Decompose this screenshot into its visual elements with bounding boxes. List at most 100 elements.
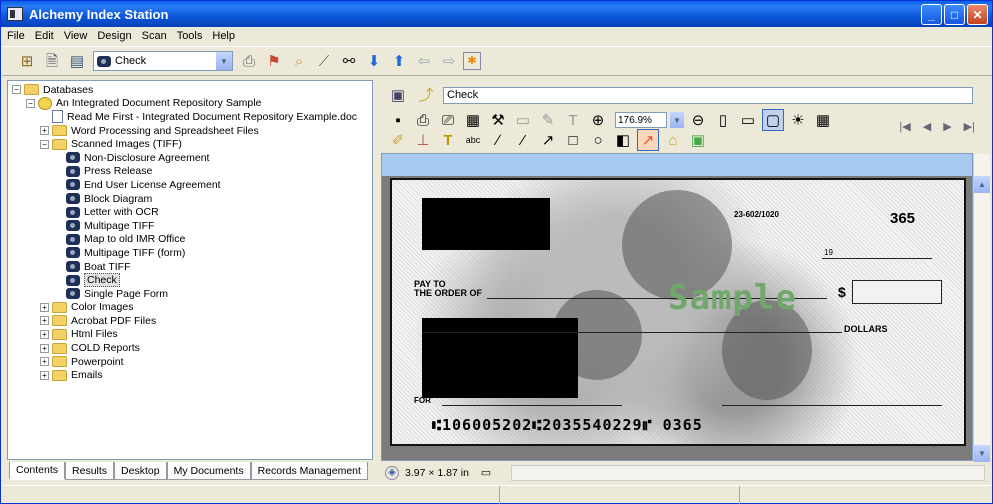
expand-icon[interactable]: + (40, 302, 49, 312)
profile-combo[interactable]: Check ▼ (93, 51, 233, 71)
fax-icon[interactable]: ▦ (462, 109, 484, 131)
zoom-out-icon[interactable]: ⊖ (687, 109, 709, 131)
collapse-icon[interactable]: − (26, 98, 35, 108)
tree-node[interactable]: + Color Images (12, 301, 372, 315)
tree-node[interactable]: Multipage TIFF (12, 219, 372, 233)
doc-info-icon[interactable]: ▣ (387, 84, 409, 106)
pane-splitter[interactable] (373, 80, 379, 480)
text-icon[interactable]: T (562, 109, 584, 131)
scroll-up-icon[interactable]: ▲ (974, 176, 990, 193)
tree-node[interactable]: End User License Agreement (12, 178, 372, 192)
tree-node[interactable]: Read Me First - Integrated Document Repo… (12, 110, 372, 124)
tree-view-icon[interactable]: ⊞ (16, 50, 38, 72)
tree-node[interactable]: Map to old IMR Office (12, 233, 372, 247)
tab-contents[interactable]: Contents (9, 462, 66, 480)
expand-icon[interactable]: + (40, 343, 49, 353)
tree-node[interactable]: Letter with OCR (12, 205, 372, 219)
tools-icon[interactable]: ⚒ (487, 109, 509, 131)
brightness-icon[interactable]: ☀ (787, 109, 809, 131)
print-icon[interactable]: ⎙ (238, 50, 260, 72)
thumbnails-icon[interactable]: ▦ (812, 109, 834, 131)
pen-icon[interactable]: ✎ (537, 109, 559, 131)
menu-tools[interactable]: Tools (177, 30, 203, 42)
tree-node[interactable]: Check (12, 273, 372, 288)
menu-file[interactable]: File (7, 30, 25, 42)
freehand-icon[interactable]: ∕ (487, 129, 509, 151)
prev-page-icon[interactable]: ◀ (923, 120, 931, 133)
tree-node[interactable]: + COLD Reports (12, 341, 372, 355)
minimize-button[interactable]: _ (921, 4, 942, 25)
tree-node[interactable]: Multipage TIFF (form) (12, 246, 372, 260)
image-icon[interactable]: ▣ (687, 129, 709, 151)
tree-node[interactable]: Single Page Form (12, 287, 372, 301)
filled-rect-icon[interactable]: ◧ (612, 129, 634, 151)
print-icon[interactable]: ⎙ (412, 109, 434, 131)
stamp-icon[interactable]: ⚑ (263, 50, 285, 72)
tree-node[interactable]: + Emails (12, 368, 372, 382)
arrow-icon[interactable]: ↗ (537, 129, 559, 151)
expand-icon[interactable]: + (40, 370, 49, 380)
display-icon[interactable]: ▭ (475, 462, 497, 484)
tree-node[interactable]: − Scanned Images (TIFF) (12, 137, 372, 151)
highlighter-icon[interactable]: ✐ (387, 129, 409, 151)
expand-icon[interactable]: + (40, 126, 49, 136)
horizontal-scrollbar[interactable] (510, 465, 985, 481)
fit-page-icon[interactable]: ▭ (737, 109, 759, 131)
zoom-dropdown-icon[interactable]: ▼ (670, 112, 684, 128)
menu-design[interactable]: Design (97, 30, 131, 42)
expand-icon[interactable]: + (40, 357, 49, 367)
text-note-icon[interactable]: T (437, 129, 459, 151)
vertical-scrollbar[interactable]: ▲ ▼ (973, 154, 990, 462)
ocr-icon[interactable]: abc (462, 129, 484, 151)
next-page-icon[interactable]: ▶ (943, 120, 951, 133)
chevron-down-icon[interactable]: ▼ (215, 52, 232, 70)
document-viewer[interactable]: 23-602/1020 365 19 PAY TO THE ORDER OF $… (381, 153, 990, 462)
menu-view[interactable]: View (64, 30, 88, 42)
title-bar[interactable]: Alchemy Index Station _ □ ✕ (1, 1, 992, 27)
last-page-icon[interactable]: ▶| (964, 120, 975, 133)
zoom-in-icon[interactable]: ⊕ (587, 109, 609, 131)
arrow-left-icon[interactable]: ⇦ (413, 50, 435, 72)
search-folder-icon[interactable]: ⌕ (288, 50, 310, 72)
tab-my-documents[interactable]: My Documents (166, 462, 251, 480)
first-page-icon[interactable]: |◀ (899, 120, 910, 133)
scan-icon[interactable]: ⟋ (313, 50, 335, 72)
tab-desktop[interactable]: Desktop (114, 462, 167, 480)
tree-node[interactable]: Press Release (12, 165, 372, 179)
line-icon[interactable]: ⁄ (512, 129, 534, 151)
tree-node[interactable]: − Databases (12, 83, 372, 97)
properties-icon[interactable]: ▤ (66, 50, 88, 72)
tree-node[interactable]: + Acrobat PDF Files (12, 314, 372, 328)
printer-icon[interactable]: ⎚ (437, 109, 459, 131)
arrow-down-icon[interactable]: ⬇ (363, 50, 385, 72)
close-button[interactable]: ✕ (967, 4, 988, 25)
menu-help[interactable]: Help (212, 30, 235, 42)
zoom-level[interactable]: 176.9% (615, 112, 667, 128)
navigator-icon[interactable]: ◈ (385, 466, 399, 480)
tab-results[interactable]: Results (65, 462, 115, 480)
scroll-down-icon[interactable]: ▼ (974, 445, 990, 462)
save-icon[interactable]: ▪ (387, 109, 409, 131)
tree-node[interactable]: + Word Processing and Spreadsheet Files (12, 124, 372, 138)
arrow-up-icon[interactable]: ⬆ (388, 50, 410, 72)
folder-up-icon[interactable]: ⤴ (415, 84, 437, 106)
tree-node[interactable]: + Html Files (12, 328, 372, 342)
options-icon[interactable]: ✱ (463, 52, 481, 70)
menu-scan[interactable]: Scan (142, 30, 167, 42)
binoculars-icon[interactable]: ⚯ (338, 50, 360, 72)
note-icon[interactable]: ▭ (512, 109, 534, 131)
pointer-icon[interactable]: ↗ (637, 129, 659, 151)
rectangle-icon[interactable]: □ (562, 129, 584, 151)
stamp-annotation-icon[interactable]: ⊥ (412, 129, 434, 151)
arrow-right-icon[interactable]: ⇨ (438, 50, 460, 72)
collapse-icon[interactable]: − (12, 85, 21, 95)
expand-icon[interactable]: + (40, 329, 49, 339)
ellipse-icon[interactable]: ○ (587, 129, 609, 151)
tree-node[interactable]: − An Integrated Document Repository Sampl… (12, 96, 372, 111)
tree-node[interactable]: + Powerpoint (12, 355, 372, 369)
menu-edit[interactable]: Edit (35, 30, 54, 42)
open-folder-icon[interactable]: ⌂ (662, 129, 684, 151)
tree-node[interactable]: Non-Disclosure Agreement (12, 151, 372, 165)
page-icon[interactable]: ▯ (712, 109, 734, 131)
document-icon[interactable]: 🗎 (41, 50, 63, 72)
